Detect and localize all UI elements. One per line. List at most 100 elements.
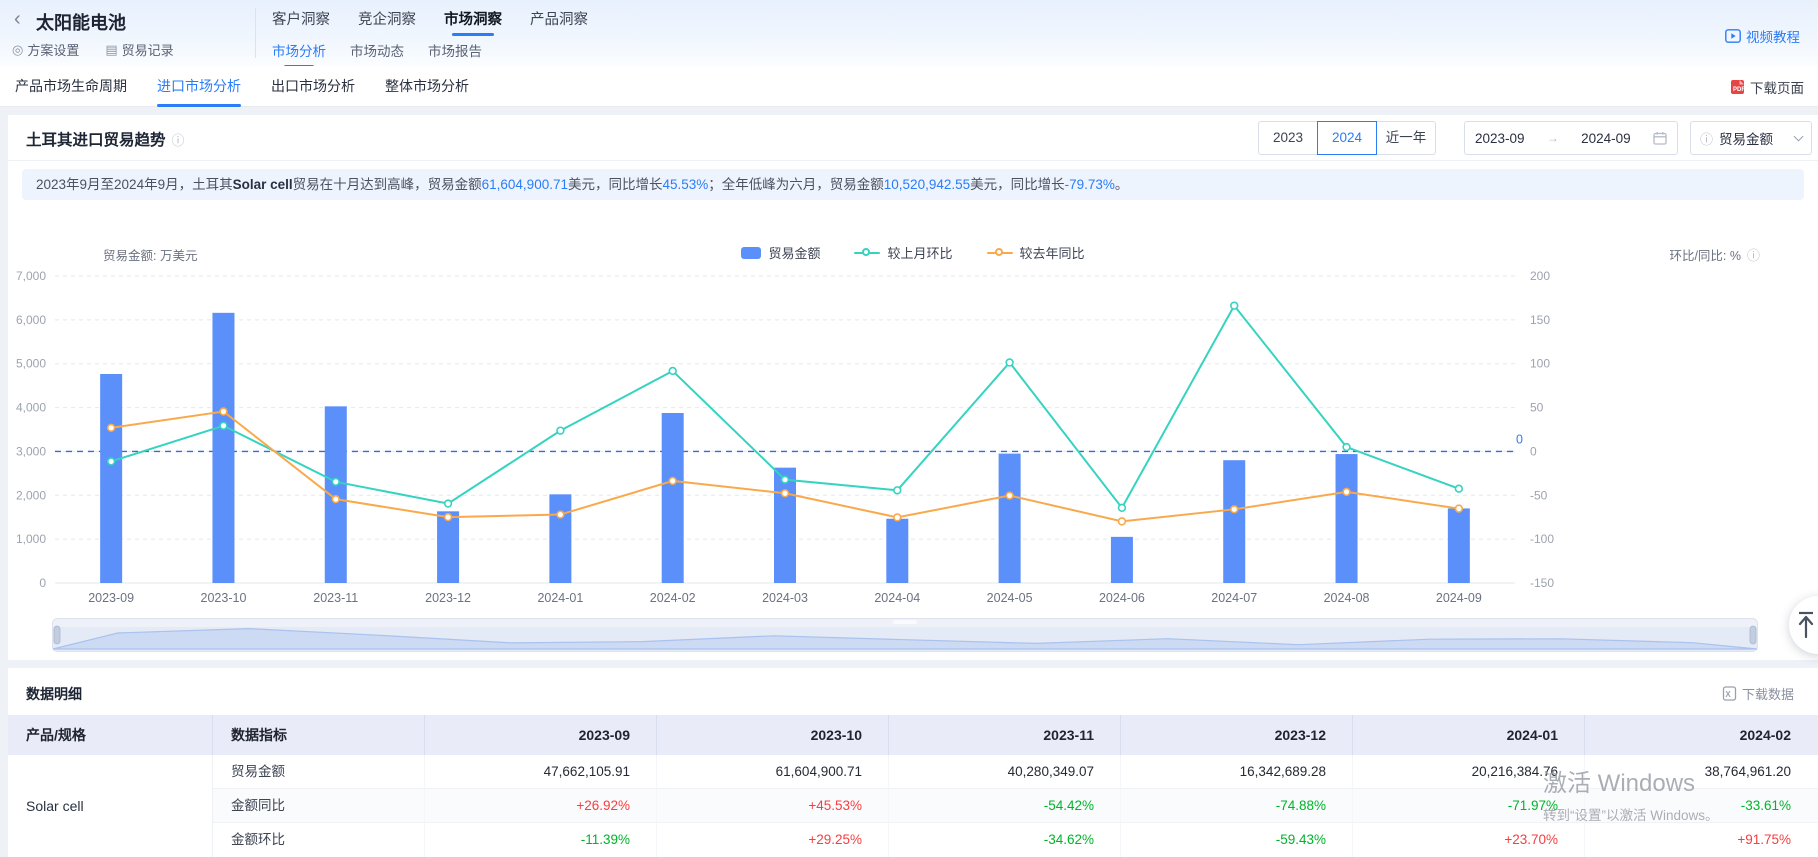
bar-2024-07 [1223,460,1245,583]
point-较去年同比-2024-09 [1455,505,1462,512]
svg-text:2023-12: 2023-12 [425,591,471,605]
column-header-2023-10: 2023-10 [657,715,889,755]
svg-text:2,000: 2,000 [16,488,46,502]
point-较去年同比-2024-03 [782,490,789,497]
info-icon: ⓘ [1700,129,1713,148]
point-较去年同比-2024-06 [1119,518,1126,525]
bar-2024-06 [1111,537,1133,583]
svg-text:1,000: 1,000 [16,532,46,546]
back-icon[interactable]: ‹ [14,8,21,31]
cell-贸易金额-2023-10: 61,604,900.71 [657,755,889,789]
tab-市场洞察[interactable]: 市场洞察 [444,8,502,36]
svg-text:0: 0 [1530,444,1537,458]
svg-text:4,000: 4,000 [16,401,46,415]
datazoom-slider[interactable] [52,618,1758,652]
date-start: 2023-09 [1475,131,1525,146]
cell-金额同比-2023-10: +45.53% [657,789,889,823]
chart-title-text: 土耳其进口贸易趋势 [26,128,166,150]
svg-text:0: 0 [1516,432,1523,446]
column-header-2024-02: 2024-02 [1585,715,1817,755]
svg-text:PDF: PDF [1733,87,1745,93]
top-header: ‹ 太阳能电池 ◎ 方案设置 ▤ 贸易记录 客户洞察竞企洞察市场洞察产品洞察 市… [0,0,1818,66]
chevron-down-icon [1794,132,1804,142]
date-end: 2024-09 [1581,131,1631,146]
point-较上月环比-2023-12 [445,500,452,507]
subtab-市场动态[interactable]: 市场动态 [350,40,404,66]
date-range-picker[interactable]: 2023-09 → 2024-09 [1464,121,1678,155]
point-较上月环比-2024-08 [1343,444,1350,451]
column-header-2024-01: 2024-01 [1353,715,1585,755]
year-button-2023[interactable]: 2023 [1258,121,1318,155]
point-较上月环比-2024-03 [782,476,789,483]
info-icon[interactable]: ⓘ [172,130,185,149]
bar-2023-09 [100,374,122,583]
trade-records-button[interactable]: ▤ 贸易记录 [105,40,173,59]
play-icon [1725,29,1741,43]
tab-客户洞察[interactable]: 客户洞察 [272,8,330,36]
year-button-2024[interactable]: 2024 [1317,121,1377,155]
summary-segment: 贸易在十月达到高峰，贸易金额 [293,177,482,192]
subtab-市场报告[interactable]: 市场报告 [428,40,482,66]
table-rows: 贸易金额47,662,105.9161,604,900.7140,280,349… [213,755,1818,857]
navtab-产品市场生命周期[interactable]: 产品市场生命周期 [15,66,127,107]
year-button-近一年[interactable]: 近一年 [1376,121,1436,155]
summary-segment: 美元，同比增长 [970,177,1065,192]
metric-select[interactable]: ⓘ 贸易金额 [1690,121,1812,155]
cell-贸易金额-2024-01: 20,216,384.76 [1353,755,1585,789]
svg-text:2024-03: 2024-03 [762,591,808,605]
svg-text:2023-09: 2023-09 [88,591,134,605]
navtab-进口市场分析[interactable]: 进口市场分析 [157,66,241,107]
scheme-settings-button[interactable]: ◎ 方案设置 [12,40,79,59]
table-row-金额环比[interactable]: 金额环比-11.39%+29.25%-34.62%-59.43%+23.70%+… [213,823,1818,857]
arrow-to-top-icon [1796,610,1816,640]
column-header-数据指标: 数据指标 [213,715,425,755]
column-header-产品/规格: 产品/规格 [8,715,213,755]
svg-text:2024-09: 2024-09 [1436,591,1482,605]
point-较上月环比-2024-05 [1006,359,1013,366]
svg-text:-50: -50 [1530,488,1548,502]
tab-竞企洞察[interactable]: 竞企洞察 [358,8,416,36]
section-nav: 产品市场生命周期进口市场分析出口市场分析整体市场分析 PDF 下载页面 [0,66,1818,107]
cell-金额环比-2023-10: +29.25% [657,823,889,857]
bar-2024-01 [549,494,571,583]
summary-segment: -79.73% [1065,177,1115,192]
cell-金额同比-2023-12: -74.88% [1121,789,1353,823]
tab-产品洞察[interactable]: 产品洞察 [530,8,588,36]
cell-金额同比-2024-02: -33.61% [1585,789,1817,823]
cell-金额同比-2023-11: -54.42% [889,789,1121,823]
trend-chart[interactable]: 01,0002,0003,0004,0005,0006,0007,000-150… [8,255,1818,605]
product-cell: Solar cell [8,755,213,857]
point-较上月环比-2024-04 [894,487,901,494]
bar-2024-08 [1336,454,1358,583]
data-detail-panel: 数据明细 X 下载数据 产品/规格数据指标2023-092023-102023-… [8,668,1818,857]
bar-2024-02 [662,413,684,583]
summary-segment: 10,520,942.55 [884,177,970,192]
navtab-整体市场分析[interactable]: 整体市场分析 [385,66,469,107]
point-较去年同比-2023-10 [220,408,227,415]
point-较上月环比-2023-11 [332,478,339,485]
svg-text:100: 100 [1530,357,1550,371]
table-header-row: 产品/规格数据指标2023-092023-102023-112023-12202… [8,715,1818,755]
download-data-button[interactable]: X 下载数据 [1722,684,1794,703]
cell-贸易金额-2023-11: 40,280,349.07 [889,755,1121,789]
download-page-label: 下载页面 [1750,77,1804,97]
point-较去年同比-2024-02 [669,478,676,485]
column-header-2023-11: 2023-11 [889,715,1121,755]
summary-segment: 2023年9月至2024年9月，土耳其 [36,177,233,192]
svg-text:6,000: 6,000 [16,313,46,327]
table-row-金额同比[interactable]: 金额同比+26.92%+45.53%-54.42%-74.88%-71.97%-… [213,789,1818,823]
point-较上月环比-2024-07 [1231,302,1238,309]
subtab-市场分析[interactable]: 市场分析 [272,40,326,66]
svg-text:3,000: 3,000 [16,444,46,458]
cell-金额环比-2023-12: -59.43% [1121,823,1353,857]
bar-2024-03 [774,468,796,583]
metric-label: 金额同比 [213,789,425,823]
metric-label: 金额环比 [213,823,425,857]
bar-2024-05 [999,454,1021,583]
navtab-出口市场分析[interactable]: 出口市场分析 [271,66,355,107]
point-较去年同比-2023-11 [332,496,339,503]
svg-text:2024-01: 2024-01 [537,591,583,605]
video-tutorial-link[interactable]: 视频教程 [1725,26,1800,46]
table-row-贸易金额[interactable]: 贸易金额47,662,105.9161,604,900.7140,280,349… [213,755,1818,789]
download-page-button[interactable]: PDF 下载页面 [1730,77,1804,97]
